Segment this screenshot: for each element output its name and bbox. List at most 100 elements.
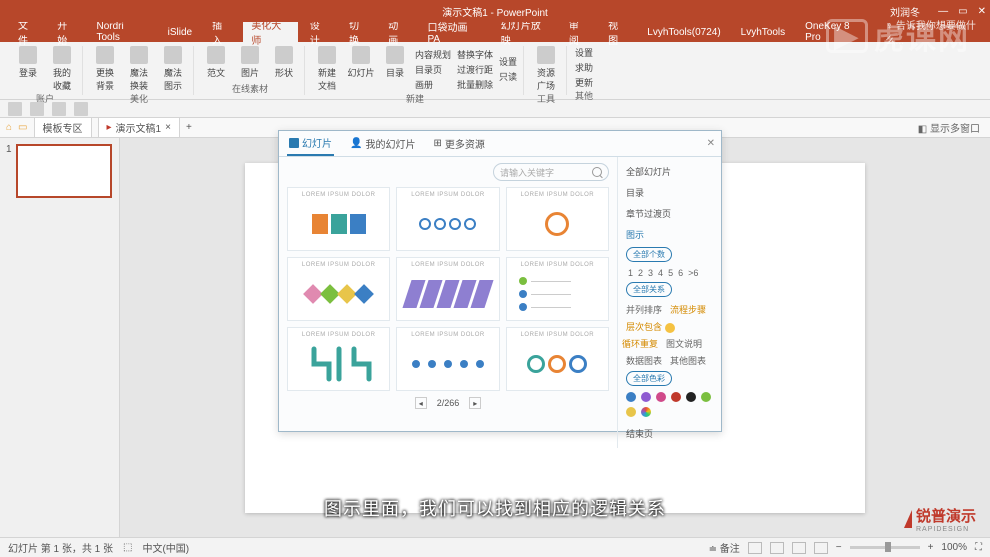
settings2-button[interactable]: 设置: [575, 46, 593, 59]
count-5[interactable]: 5: [668, 268, 673, 278]
count-2[interactable]: 2: [638, 268, 643, 278]
multi-window-toggle[interactable]: ◧ 显示多窗口: [918, 120, 980, 135]
rel-cycle[interactable]: 循环重复: [622, 337, 658, 350]
dialog-tab-more[interactable]: ⊞更多资源: [431, 132, 486, 155]
color-purple[interactable]: [641, 392, 651, 402]
template-item[interactable]: LOREM IPSUM DOLOR: [396, 327, 499, 391]
color-black[interactable]: [686, 392, 696, 402]
dialog-close-icon[interactable]: ✕: [707, 138, 715, 149]
folder-icon[interactable]: ▭: [18, 122, 27, 133]
zoom-slider[interactable]: [850, 546, 920, 549]
content-plan-button[interactable]: 内容规划: [415, 48, 451, 61]
count-4[interactable]: 4: [658, 268, 663, 278]
shape-button[interactable]: 形状: [270, 46, 298, 82]
zoom-in-button[interactable]: +: [928, 542, 934, 553]
pill-relation[interactable]: 全部关系: [626, 282, 672, 297]
color-blue[interactable]: [626, 392, 636, 402]
rel-pictext[interactable]: 图文说明: [666, 337, 702, 350]
spellcheck-icon[interactable]: ⬚: [123, 542, 132, 553]
search-input[interactable]: 请输入关键字: [493, 163, 609, 181]
cat-all[interactable]: 全部幻灯片: [626, 163, 713, 180]
template-item[interactable]: LOREM IPSUM DOLOR: [506, 257, 609, 321]
tab-presentation[interactable]: ▸演示文稿1×: [98, 117, 180, 138]
readonly-button[interactable]: 只读: [499, 70, 517, 83]
rel-flow[interactable]: 流程步骤: [670, 303, 706, 316]
color-multi[interactable]: [641, 407, 651, 417]
newdoc-button[interactable]: 新建 文档: [313, 46, 341, 92]
color-pink[interactable]: [656, 392, 666, 402]
rel-hierarchy[interactable]: 层次包含: [626, 320, 675, 333]
close-icon[interactable]: ✕: [978, 6, 986, 17]
dialog-tab-mine[interactable]: 👤我的幻灯片: [348, 132, 417, 155]
undo-icon[interactable]: [30, 102, 44, 116]
login-button[interactable]: 登录: [14, 46, 42, 92]
template-item[interactable]: LOREM IPSUM DOLOR: [396, 187, 499, 251]
view-normal-icon[interactable]: [748, 542, 762, 554]
fanwen-button[interactable]: 范文: [202, 46, 230, 82]
tab-nordri[interactable]: Nordri Tools: [88, 19, 155, 45]
minimize-icon[interactable]: —: [938, 6, 948, 17]
cat-end[interactable]: 结束页: [626, 425, 713, 442]
template-item[interactable]: LOREM IPSUM DOLOR: [506, 327, 609, 391]
save-icon[interactable]: [8, 102, 22, 116]
zoom-out-button[interactable]: −: [836, 542, 842, 553]
view-slideshow-icon[interactable]: [814, 542, 828, 554]
slide-button[interactable]: 幻灯片: [347, 46, 375, 92]
resources-button[interactable]: 资源 广场: [532, 46, 560, 92]
replace-font-button[interactable]: 替换字体: [457, 48, 493, 61]
add-tab-button[interactable]: +: [186, 122, 192, 133]
notes-button[interactable]: ≐ 备注: [709, 540, 740, 555]
settings-button[interactable]: 设置: [499, 55, 517, 68]
view-reading-icon[interactable]: [792, 542, 806, 554]
cat-toc[interactable]: 目录: [626, 184, 713, 201]
change-bg-button[interactable]: 更换 背景: [91, 46, 119, 92]
count-6[interactable]: 6: [678, 268, 683, 278]
cat-chapter[interactable]: 章节过渡页: [626, 205, 713, 222]
picture-button[interactable]: 图片: [236, 46, 264, 82]
fit-window-icon[interactable]: ⛶: [975, 542, 982, 553]
rel-datachart[interactable]: 数据图表: [626, 354, 662, 367]
rel-parallel[interactable]: 并列排序: [626, 303, 662, 316]
color-yellow[interactable]: [626, 407, 636, 417]
next-page-button[interactable]: ▸: [469, 397, 481, 409]
toc-page-button[interactable]: 目录页: [415, 63, 451, 76]
close-tab-icon[interactable]: ×: [165, 122, 171, 133]
tab-lvh2[interactable]: LvyhTools: [733, 25, 793, 40]
pill-count[interactable]: 全部个数: [626, 247, 672, 262]
favorites-button[interactable]: 我的 收藏: [48, 46, 76, 92]
album-button[interactable]: 画册: [415, 78, 451, 91]
tell-me[interactable]: ♀ 告诉我你想要做什么...: [886, 17, 990, 47]
zoom-level[interactable]: 100%: [941, 542, 967, 553]
tab-template-area[interactable]: 模板专区: [34, 117, 92, 138]
count-1[interactable]: 1: [628, 268, 633, 278]
color-green[interactable]: [701, 392, 711, 402]
batch-delete-button[interactable]: 批量删除: [457, 78, 493, 91]
slide-thumbnail[interactable]: [16, 144, 112, 198]
magic-diagram-button[interactable]: 魔法 图示: [159, 46, 187, 92]
tab-lvh1[interactable]: LvyhTools(0724): [639, 25, 728, 40]
toc-button[interactable]: 目录: [381, 46, 409, 92]
maximize-icon[interactable]: ▭: [958, 6, 967, 17]
help-button[interactable]: 求助: [575, 61, 593, 74]
update-button[interactable]: 更新: [575, 76, 593, 89]
tab-islide[interactable]: iSlide: [160, 25, 200, 40]
home-icon[interactable]: ⌂: [6, 122, 12, 133]
color-red[interactable]: [671, 392, 681, 402]
spacing-button[interactable]: 过渡行距: [457, 63, 493, 76]
template-item[interactable]: LOREM IPSUM DOLOR: [287, 187, 390, 251]
pill-color[interactable]: 全部色彩: [626, 371, 672, 386]
rel-other[interactable]: 其他图表: [670, 354, 706, 367]
redo-icon[interactable]: [52, 102, 66, 116]
magic-swap-button[interactable]: 魔法 换装: [125, 46, 153, 92]
search-icon[interactable]: [592, 167, 602, 177]
template-item[interactable]: LOREM IPSUM DOLOR: [506, 187, 609, 251]
view-sorter-icon[interactable]: [770, 542, 784, 554]
count-3[interactable]: 3: [648, 268, 653, 278]
cat-diagram[interactable]: 图示: [626, 226, 713, 243]
template-item[interactable]: LOREM IPSUM DOLOR: [396, 257, 499, 321]
tab-onekey[interactable]: OneKey 8 Pro: [797, 19, 873, 45]
template-item[interactable]: LOREM IPSUM DOLOR: [287, 327, 390, 391]
quick-icon[interactable]: [74, 102, 88, 116]
prev-page-button[interactable]: ◂: [415, 397, 427, 409]
dialog-tab-slides[interactable]: 幻灯片: [287, 131, 334, 156]
